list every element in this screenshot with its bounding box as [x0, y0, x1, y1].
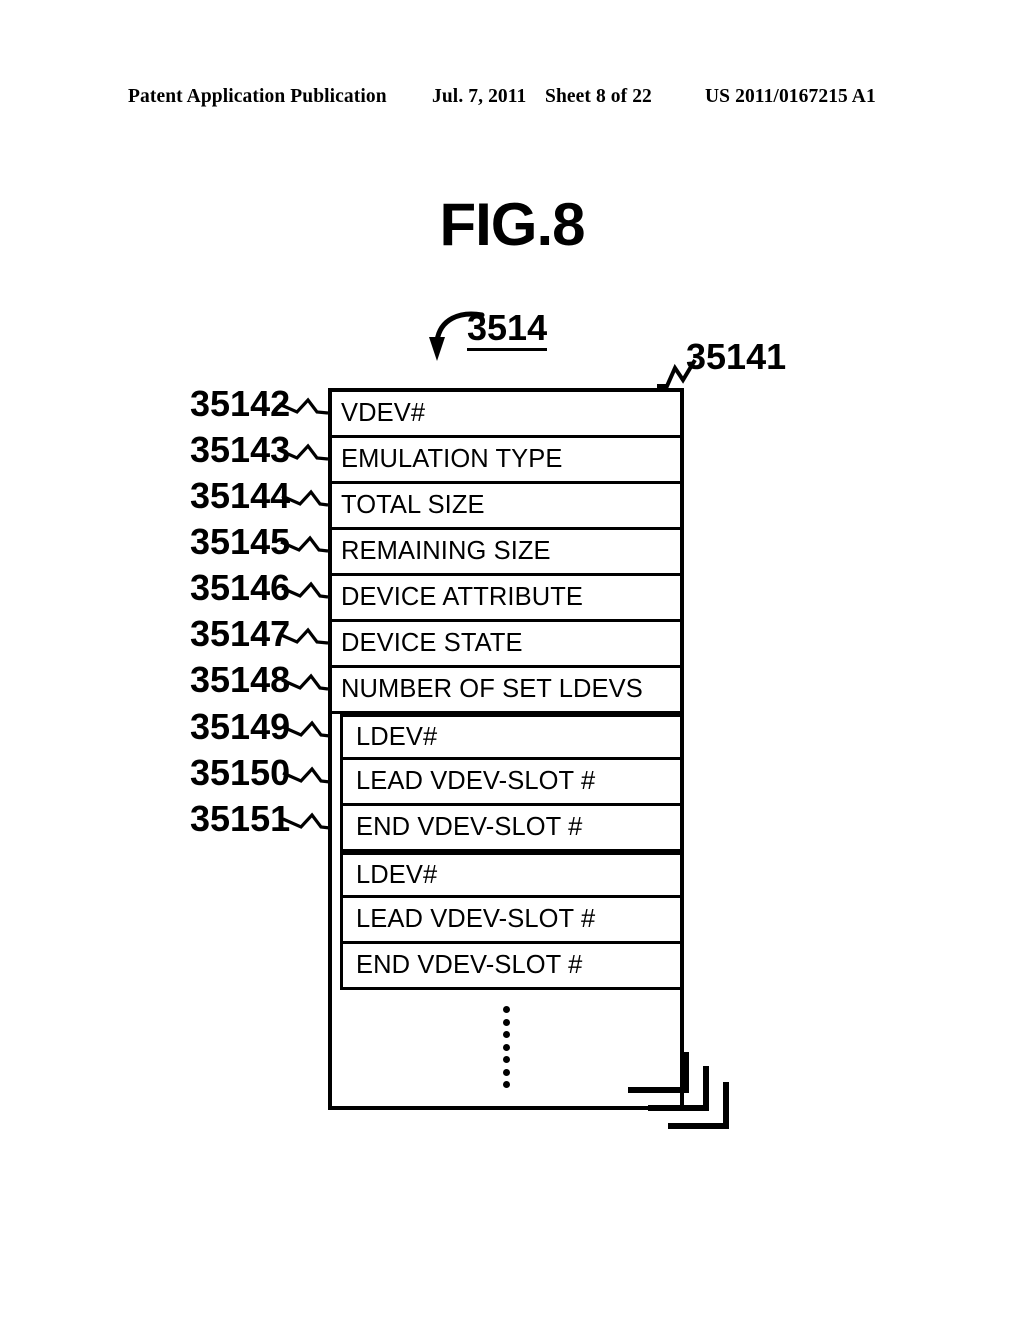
table-row: END VDEV-SLOT # — [343, 806, 680, 852]
table-row: END VDEV-SLOT # — [343, 944, 680, 990]
row-label: LEAD VDEV-SLOT # — [356, 905, 596, 933]
header-publication-label: Patent Application Publication — [128, 86, 387, 107]
row-label: EMULATION TYPE — [341, 445, 563, 473]
callout-35145: 35145 — [190, 521, 291, 562]
ldev-entry-block-2: LDEV# LEAD VDEV-SLOT # END VDEV-SLOT # — [340, 852, 680, 990]
callout-35150: 35150 — [190, 752, 291, 793]
row-label: DEVICE ATTRIBUTE — [341, 583, 583, 611]
row-label: LDEV# — [356, 860, 438, 889]
callout-35147: 35147 — [190, 613, 291, 654]
row-label: LDEV# — [356, 722, 438, 751]
publication-header: Patent Application Publication Jul. 7, 2… — [0, 86, 1024, 116]
row-label: LEAD VDEV-SLOT # — [356, 767, 596, 795]
table-row: TOTAL SIZE — [332, 484, 680, 530]
curved-arrow-icon — [429, 311, 485, 361]
callout-35149: 35149 — [190, 706, 291, 747]
table-row: LDEV# — [343, 714, 680, 760]
patent-figure-page: Patent Application Publication Jul. 7, 2… — [0, 0, 1024, 1320]
row-label: END VDEV-SLOT # — [356, 813, 583, 841]
header-document-number: US 2011/0167215 A1 — [705, 86, 876, 107]
header-sheet-number: Sheet 8 of 22 — [545, 86, 652, 107]
row-label: NUMBER OF SET LDEVS — [341, 675, 643, 703]
row-label: DEVICE STATE — [341, 629, 523, 657]
row-label: REMAINING SIZE — [341, 537, 551, 565]
callout-35148: 35148 — [190, 659, 291, 700]
figure-title: FIG.8 — [439, 191, 585, 258]
table-row: NUMBER OF SET LDEVS — [332, 668, 680, 714]
table-row: REMAINING SIZE — [332, 530, 680, 576]
callout-35144: 35144 — [190, 475, 291, 516]
callout-35146: 35146 — [190, 567, 291, 608]
row-label: END VDEV-SLOT # — [356, 951, 583, 979]
table-row: EMULATION TYPE — [332, 438, 680, 484]
stacked-tables-icon — [628, 1052, 729, 1129]
callout-35143: 35143 — [190, 429, 291, 470]
table-row: LDEV# — [343, 852, 680, 898]
callout-35142: 35142 — [190, 383, 291, 424]
table-row: DEVICE ATTRIBUTE — [332, 576, 680, 622]
header-date: Jul. 7, 2011 — [432, 86, 527, 107]
callout-35151: 35151 — [190, 798, 291, 839]
table-row: DEVICE STATE — [332, 622, 680, 668]
table-row: VDEV# — [332, 392, 680, 438]
vdev-management-table: VDEV# EMULATION TYPE TOTAL SIZE REMAININ… — [328, 388, 684, 1110]
ldev-entry-block-1: LDEV# LEAD VDEV-SLOT # END VDEV-SLOT # — [340, 714, 680, 852]
table-row: LEAD VDEV-SLOT # — [343, 898, 680, 944]
table-row: LEAD VDEV-SLOT # — [343, 760, 680, 806]
row-label: VDEV# — [341, 399, 426, 427]
row-label: TOTAL SIZE — [341, 491, 485, 519]
